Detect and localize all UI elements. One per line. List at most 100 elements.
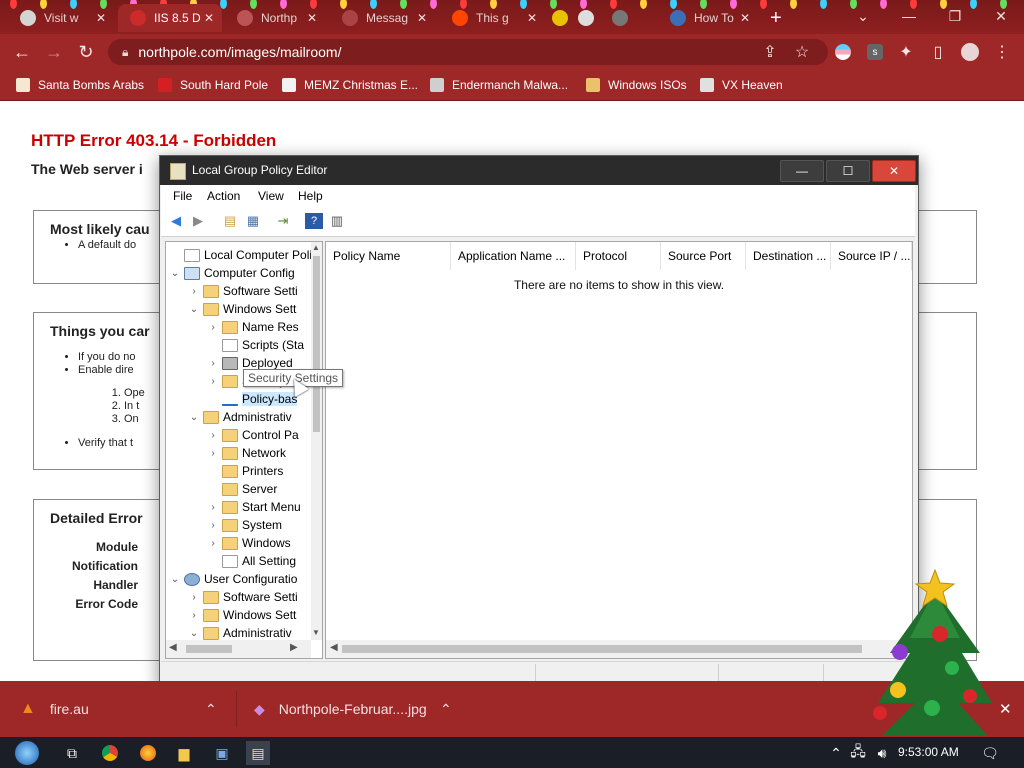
tree-node[interactable]: ⌄ Administrativ [187,408,292,426]
tree-node[interactable]: › Network [206,444,286,462]
browser-tab[interactable]: How To ✕ [658,4,758,32]
notifications-icon[interactable]: 🗨︎ [978,741,1002,765]
maximize-button[interactable]: ☐ [826,160,870,182]
tree-node[interactable]: ⌄ Windows Sett [187,300,297,318]
close-browser-button[interactable]: ✕ [978,0,1024,32]
tree-node[interactable]: ⌄ User Configuratio [168,570,298,588]
expand-chevron-icon[interactable]: › [206,448,220,459]
volume-icon[interactable]: 🔊︎ [870,741,894,765]
download-item[interactable]: ▲ fire.au [20,681,89,737]
tree-node[interactable]: Scripts (Sta [206,336,304,354]
menu-help[interactable]: Help [298,189,323,203]
back-arrow-icon[interactable]: ← [10,40,34,64]
tree-vertical-scroll-thumb[interactable] [313,256,320,432]
tree-node[interactable]: Local Computer Polic [168,246,318,264]
collapse-chevron-icon[interactable]: ⌄ [168,268,182,279]
address-bar[interactable]: 🔒︎ northpole.com/images/mailroom/ [108,39,828,65]
expand-chevron-icon[interactable]: › [187,610,201,621]
lock-icon[interactable]: 🔒︎ [122,45,128,60]
firefox-taskbar-icon[interactable] [136,741,160,765]
expand-chevron-icon[interactable]: › [206,430,220,441]
tree-node[interactable]: › Start Menu [206,498,300,516]
tree-node[interactable]: › Software Setti [187,282,297,300]
more-menu-icon[interactable]: ⋮ [992,42,1012,62]
menu-action[interactable]: Action [207,189,240,203]
menu-view[interactable]: View [258,189,284,203]
start-orb-icon[interactable] [12,741,42,765]
expand-chevron-icon[interactable]: › [206,376,220,387]
network-icon[interactable]: 🖧︎ [846,741,870,765]
tree-node[interactable]: › System [206,516,282,534]
expand-chevron-icon[interactable]: › [187,286,201,297]
bookmark-item[interactable]: VX Heaven [700,76,783,94]
tab-close-icon[interactable]: ✕ [204,11,214,25]
list-horizontal-scrollbar[interactable]: ◀ [326,640,912,658]
window-title-bar[interactable]: Local Group Policy Editor — ☐ ✕ [160,156,918,185]
tab-close-icon[interactable]: ✕ [417,11,427,25]
share-icon[interactable]: ⇪ [760,42,780,62]
taskbar-clock[interactable]: 9:53:00 AM [898,745,959,759]
expand-chevron-icon[interactable]: › [206,520,220,531]
properties-icon[interactable]: ▥ [328,213,346,229]
tree-node[interactable]: › Control Pa [206,426,298,444]
minimize-browser-button[interactable]: — [886,0,932,32]
back-icon[interactable]: ◀ [167,213,185,229]
task-view-icon[interactable]: ⧉ [60,741,84,765]
collapse-chevron-icon[interactable]: ⌄ [168,574,182,585]
file-explorer-icon[interactable]: ▆ [172,741,196,765]
tree-node[interactable]: › Windows Sett [187,606,296,624]
browser-tab[interactable]: Messag ✕ [330,4,435,32]
policy-tree-pane[interactable]: Local Computer Polic ⌄ Computer Config › Sof… [165,241,323,659]
browser-tab[interactable] [548,4,572,32]
column-header-source-ip[interactable]: Source IP / ... [831,242,912,270]
bookmark-item[interactable]: MEMZ Christmas E... [282,76,418,94]
bookmark-item[interactable]: Windows ISOs [586,76,687,94]
bookmark-item[interactable]: South Hard Pole [158,76,268,94]
gpedit-taskbar-icon[interactable]: ▤ [246,741,270,765]
minimize-button[interactable]: — [780,160,824,182]
bookmark-star-icon[interactable]: ☆ [792,42,812,62]
up-folder-icon[interactable]: ▤ [221,213,239,229]
list-horizontal-scroll-thumb[interactable] [342,645,862,653]
column-header-policy-name[interactable]: Policy Name [326,242,451,270]
close-button[interactable]: ✕ [872,160,916,182]
bookmark-item[interactable]: Endermanch Malwa... [430,76,568,94]
download-item[interactable]: ◆ Northpole-Februar....jpg [254,681,427,737]
tab-close-icon[interactable]: ✕ [96,11,106,25]
forward-icon[interactable]: ▶ [189,213,207,229]
column-header-source-port[interactable]: Source Port [661,242,746,270]
side-panel-icon[interactable]: ▯ [928,42,948,62]
details-list-pane[interactable]: Policy Name Application Name ... Protoco… [325,241,913,659]
show-hidden-icons-chevron[interactable]: ⌃ [824,741,848,765]
expand-chevron-icon[interactable]: › [206,502,220,513]
forward-arrow-icon[interactable]: → [42,40,66,64]
window-app-taskbar-icon[interactable]: ▣ [210,741,234,765]
browser-tab[interactable]: This g ✕ [440,4,545,32]
browser-tab[interactable]: Northp ✕ [225,4,325,32]
extension-s-icon[interactable]: s [865,42,885,62]
tree-node[interactable]: ⌄ Computer Config [168,264,295,282]
tree-horizontal-scroll-thumb[interactable] [186,645,232,653]
expand-chevron-icon[interactable]: › [206,322,220,333]
tree-vertical-scrollbar[interactable]: ▲ ▼ [311,242,322,640]
extensions-puzzle-icon[interactable]: ✦ [896,42,916,62]
collapse-chevron-icon[interactable]: ⌄ [187,628,201,639]
expand-chevron-icon[interactable]: › [187,592,201,603]
chrome-taskbar-icon[interactable] [98,741,122,765]
close-downloads-icon[interactable]: ✕ [999,681,1012,737]
tree-node[interactable]: Server [206,480,277,498]
download-options-chevron-icon[interactable]: ⌃ [205,681,217,737]
browser-tab[interactable]: Visit w ✕ [8,4,114,32]
tab-close-icon[interactable]: ✕ [740,11,750,25]
column-header-protocol[interactable]: Protocol [576,242,661,270]
tree-horizontal-scrollbar[interactable]: ◀ ▶ [166,640,311,658]
restore-browser-button[interactable]: ❐ [932,0,978,32]
expand-chevron-icon[interactable]: › [206,358,220,369]
browser-tab[interactable] [574,4,598,32]
menu-file[interactable]: File [173,189,192,203]
tab-close-icon[interactable]: ✕ [527,11,537,25]
new-tab-button[interactable]: + [762,4,792,32]
tab-close-icon[interactable]: ✕ [307,11,317,25]
bookmark-item[interactable]: Santa Bombs Arabs [16,76,144,94]
tree-node[interactable]: Printers [206,462,283,480]
